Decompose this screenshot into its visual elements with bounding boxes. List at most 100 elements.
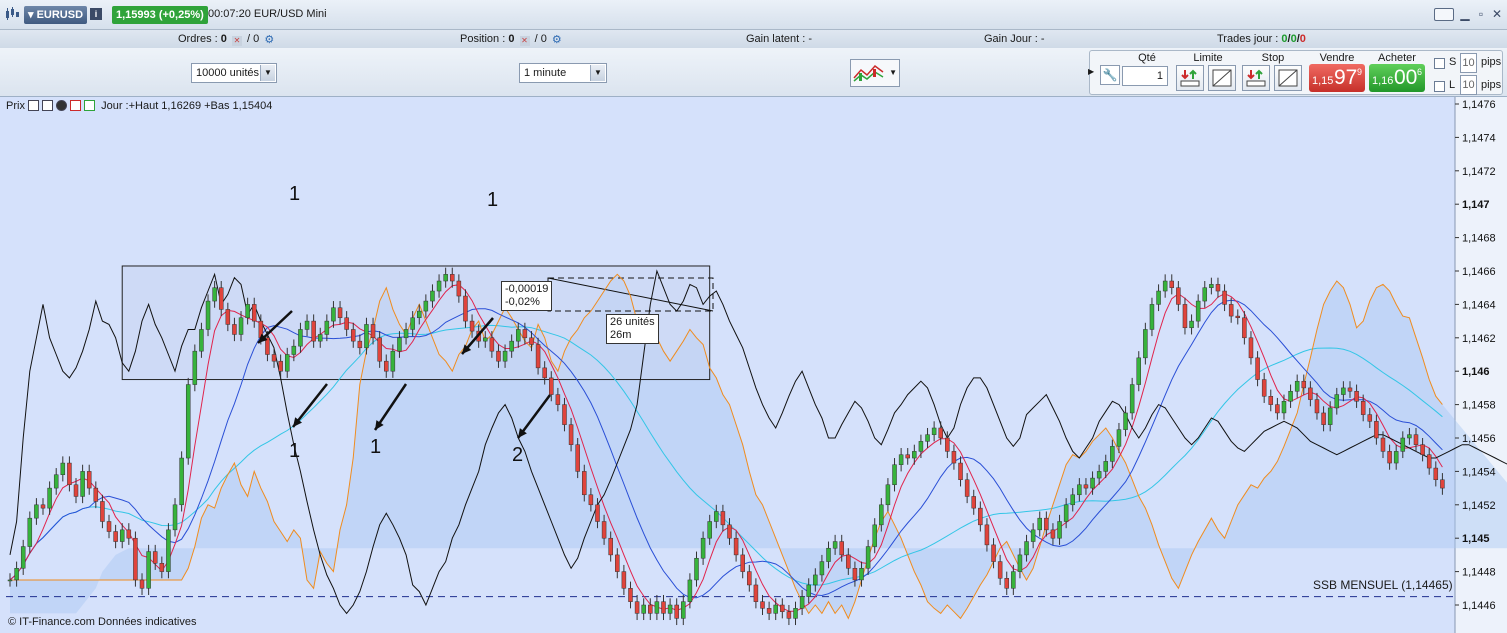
limit-pips-label: pips — [1481, 79, 1502, 91]
y-tick-label: 1,1462 — [1462, 333, 1496, 345]
units-select[interactable]: 10000 unités ▼ — [191, 63, 277, 83]
maximize-icon[interactable]: ▫ — [1473, 7, 1489, 21]
y-tick-label: 1,1454 — [1462, 466, 1496, 478]
candle-down — [370, 324, 376, 339]
cancel-orders-icon[interactable]: ✕ — [231, 36, 242, 46]
stop-checkbox[interactable] — [1434, 58, 1445, 69]
candle-up — [1407, 434, 1412, 439]
candle-down — [1050, 529, 1056, 539]
candle-up — [859, 568, 864, 581]
candle-down — [271, 354, 277, 362]
wrench-icon[interactable] — [28, 100, 40, 111]
stop-sell-button[interactable] — [1274, 65, 1302, 91]
candle-down — [1248, 337, 1254, 359]
sell-arrow-icon[interactable] — [70, 100, 82, 111]
candle-up — [1400, 437, 1406, 452]
candle-down — [1235, 315, 1241, 319]
candle-up — [1393, 451, 1399, 464]
candle-down — [1169, 280, 1175, 288]
gear-icon[interactable]: ⚙ — [264, 35, 274, 46]
gear-icon[interactable]: ⚙ — [552, 35, 562, 46]
close-position-icon[interactable]: ✕ — [519, 36, 530, 46]
candle-up — [865, 546, 871, 569]
position-separator: / — [534, 33, 538, 45]
chart-type-button[interactable]: ▼ — [850, 59, 900, 87]
candle-down — [971, 496, 976, 509]
candle-down — [951, 451, 957, 464]
latent-gain-status: Gain latent : - — [746, 30, 812, 48]
candle-up — [694, 557, 699, 581]
candle-up — [1202, 287, 1208, 302]
close-icon[interactable]: ✕ — [1489, 7, 1505, 21]
timeframe-select[interactable]: 1 minute ▼ — [519, 63, 607, 83]
candle-up — [885, 484, 891, 506]
status-row: Ordres : 0 ✕ / 0 ⚙ Position : 0 ✕ / 0 ⚙ … — [0, 30, 1507, 48]
candle-down — [350, 329, 356, 342]
wrench-icon[interactable]: 🔧 — [1100, 65, 1120, 85]
candle-down — [1242, 317, 1247, 339]
price-chart[interactable]: 1,1476 1,1474 1,1472 1,147 1,1468 1,1466 1,146… — [0, 97, 1507, 633]
candle-up — [1288, 390, 1293, 402]
candle-up — [793, 608, 798, 619]
orders-status: Ordres : 0 ✕ / 0 ⚙ — [178, 30, 276, 48]
candle-up — [304, 320, 310, 330]
candle-up — [205, 300, 211, 330]
candle-up — [1327, 407, 1333, 425]
symbol-selector[interactable]: ▾ EURUSD — [24, 6, 88, 24]
candle-up — [1057, 521, 1062, 539]
stop-buy-button[interactable] — [1242, 65, 1270, 91]
close-icon[interactable] — [56, 100, 68, 111]
candle-up — [1136, 357, 1142, 385]
candle-down — [40, 504, 46, 509]
chevron-right-icon[interactable]: ▶ — [1088, 67, 1094, 76]
candle-down — [661, 601, 666, 614]
candle-down — [608, 537, 613, 556]
day-high-low: Jour :+Haut 1,16269 +Bas 1,15404 — [101, 100, 273, 112]
minimize-icon[interactable]: ▁ — [1457, 7, 1473, 21]
sell-price-prefix: 1,15 — [1312, 75, 1334, 87]
buy-arrow-icon[interactable] — [84, 100, 96, 111]
candle-up — [298, 329, 303, 347]
limit-checkbox[interactable] — [1434, 81, 1445, 92]
sell-button[interactable]: 1,15 97 9 — [1309, 64, 1365, 92]
window-icon[interactable] — [42, 100, 54, 111]
limit-sell-button[interactable] — [1208, 65, 1236, 91]
chart-area[interactable]: 1,1476 1,1474 1,1472 1,147 1,1468 1,1466 1,146… — [0, 97, 1507, 633]
candle-down — [634, 601, 640, 614]
ssb-reference-label: SSB MENSUEL (1,14465) — [1313, 578, 1453, 592]
candle-down — [964, 479, 970, 497]
candle-down — [225, 309, 231, 325]
symbol-label: EURUSD — [36, 9, 84, 21]
candles-app-icon[interactable] — [5, 7, 19, 21]
candle-up — [654, 601, 660, 614]
limit-pips-input[interactable]: 10 — [1460, 75, 1477, 95]
toolbar: 10000 unités ▼ 1 minute ▼ ▼ ▶ 🔧 Qté 1 Li… — [0, 48, 1507, 97]
candle-down — [997, 561, 1003, 579]
qty-label: Qté — [1138, 52, 1156, 64]
candle-up — [331, 307, 336, 322]
qty-input[interactable]: 1 — [1122, 66, 1168, 86]
candle-down — [337, 307, 343, 319]
candle-down — [1433, 467, 1439, 480]
candle-down — [588, 494, 594, 506]
limit-buy-button[interactable] — [1176, 65, 1204, 91]
buy-price-prefix: 1,16 — [1372, 75, 1394, 87]
candle-down — [938, 427, 943, 439]
candle-up — [799, 596, 805, 609]
y-tick-label: 1,1446 — [1462, 600, 1496, 612]
trades-day-status: Trades jour : 0/0/0 — [1217, 33, 1306, 45]
candle-up — [1156, 290, 1161, 305]
keyboard-icon[interactable] — [1434, 8, 1454, 21]
candle-down — [344, 317, 349, 330]
annotation-label-1: 1 — [289, 440, 301, 462]
info-icon[interactable]: i — [90, 8, 102, 20]
candle-down — [1360, 401, 1366, 415]
candle-down — [384, 360, 389, 372]
stop-pips-input[interactable]: 10 — [1460, 53, 1477, 73]
chevron-down-icon: ▼ — [889, 68, 897, 77]
candle-up — [707, 521, 712, 539]
candle-down — [549, 377, 554, 395]
candle-up — [212, 287, 217, 302]
buy-button[interactable]: 1,16 00 6 — [1369, 64, 1425, 92]
chart-type-icon — [853, 64, 884, 82]
